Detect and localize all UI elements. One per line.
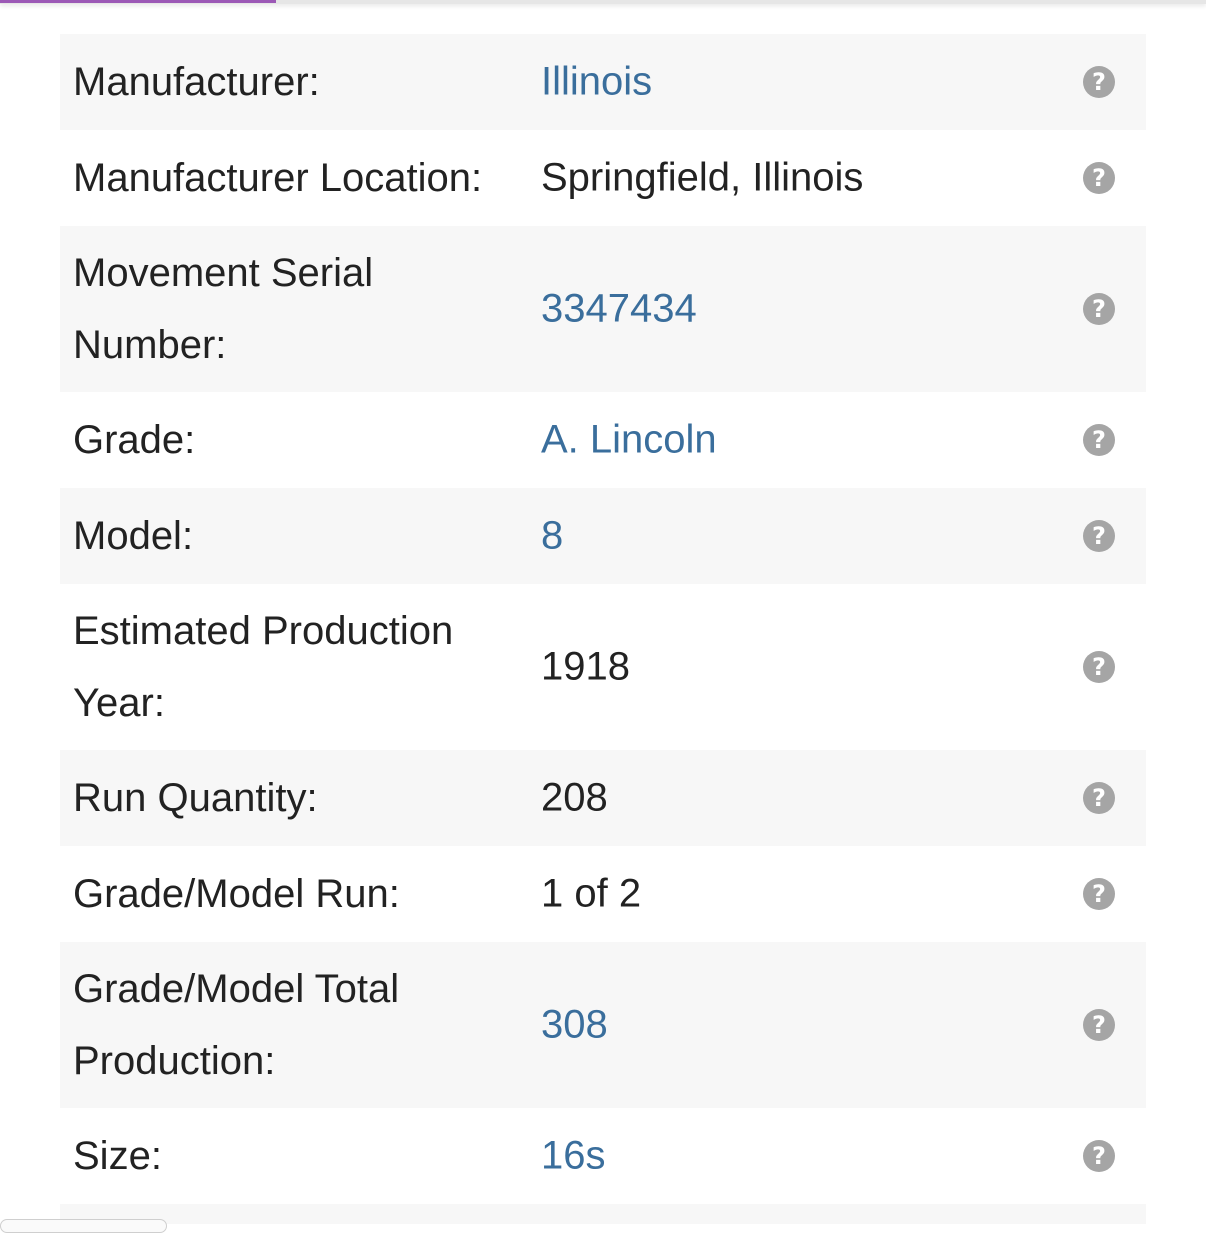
spec-row-serial-number: Movement Serial Number: 3347434 ?	[60, 226, 1146, 392]
spec-value: 208	[541, 775, 608, 820]
spec-value: 1 of 2	[541, 871, 642, 916]
help-icon[interactable]: ?	[1083, 293, 1115, 325]
spec-row-grade: Grade: A. Lincoln ?	[60, 392, 1146, 488]
spec-label: Model:	[73, 514, 194, 558]
spec-label: Manufacturer:	[73, 60, 320, 104]
manufacturer-link[interactable]: Illinois	[541, 60, 652, 105]
top-loading-bar	[0, 0, 1206, 4]
spec-value: Springfield, Illinois	[541, 155, 864, 200]
spec-label: Movement Serial Number:	[73, 251, 374, 367]
total-production-link[interactable]: 308	[541, 1003, 608, 1048]
model-link[interactable]: 8	[541, 514, 563, 559]
spec-row-next-partial	[60, 1204, 1146, 1224]
help-icon[interactable]: ?	[1083, 424, 1115, 456]
bottom-toolbar-edge	[0, 1219, 167, 1233]
spec-row-total-production: Grade/Model Total Production: 308 ?	[60, 942, 1146, 1108]
spec-value: 1918	[541, 644, 630, 689]
spec-row-manufacturer: Manufacturer: Illinois ?	[60, 34, 1146, 130]
spec-row-grade-model-run: Grade/Model Run: 1 of 2 ?	[60, 846, 1146, 942]
progress-indicator	[0, 0, 276, 3]
spec-label: Size:	[73, 1134, 162, 1178]
serial-number-link[interactable]: 3347434	[541, 287, 697, 332]
spec-row-manufacturer-location: Manufacturer Location: Springfield, Illi…	[60, 130, 1146, 226]
spec-row-model: Model: 8 ?	[60, 488, 1146, 584]
help-icon[interactable]: ?	[1083, 651, 1115, 683]
spec-row-run-quantity: Run Quantity: 208 ?	[60, 750, 1146, 846]
spec-label: Grade:	[73, 418, 196, 462]
spec-label: Manufacturer Location:	[73, 156, 483, 200]
spec-label: Run Quantity:	[73, 776, 318, 820]
help-icon[interactable]: ?	[1083, 1140, 1115, 1172]
spec-label: Grade/Model Total Production:	[73, 967, 400, 1083]
movement-specs-table: Manufacturer: Illinois ? Manufacturer Lo…	[60, 34, 1146, 1224]
spec-label: Grade/Model Run:	[73, 872, 400, 916]
help-icon[interactable]: ?	[1083, 782, 1115, 814]
spec-row-production-year: Estimated Production Year: 1918 ?	[60, 584, 1146, 750]
help-icon[interactable]: ?	[1083, 878, 1115, 910]
help-icon[interactable]: ?	[1083, 520, 1115, 552]
spec-row-size: Size: 16s ?	[60, 1108, 1146, 1204]
help-icon[interactable]: ?	[1083, 1009, 1115, 1041]
spec-label: Estimated Production Year:	[73, 609, 454, 725]
help-icon[interactable]: ?	[1083, 162, 1115, 194]
size-link[interactable]: 16s	[541, 1134, 606, 1179]
grade-link[interactable]: A. Lincoln	[541, 418, 717, 463]
help-icon[interactable]: ?	[1083, 66, 1115, 98]
